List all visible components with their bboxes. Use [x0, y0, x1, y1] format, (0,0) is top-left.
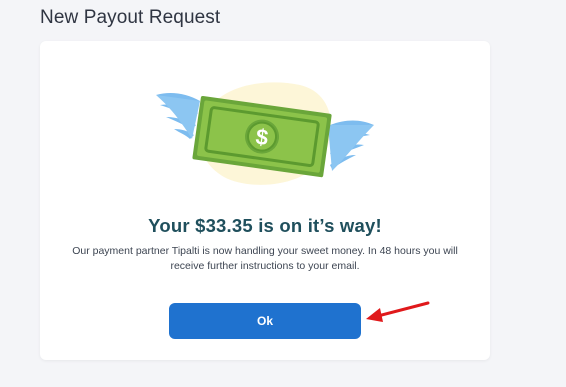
page-title: New Payout Request	[40, 7, 221, 28]
flying-money-icon: $	[156, 82, 374, 185]
ok-button[interactable]: Ok	[169, 303, 361, 339]
payout-message: Our payment partner Tipalti is now handl…	[72, 245, 458, 272]
left-wing	[156, 93, 200, 139]
red-arrow-icon	[366, 301, 430, 322]
payout-headline: Your $33.35 is on it’s way!	[148, 215, 382, 236]
right-wing	[328, 120, 374, 171]
